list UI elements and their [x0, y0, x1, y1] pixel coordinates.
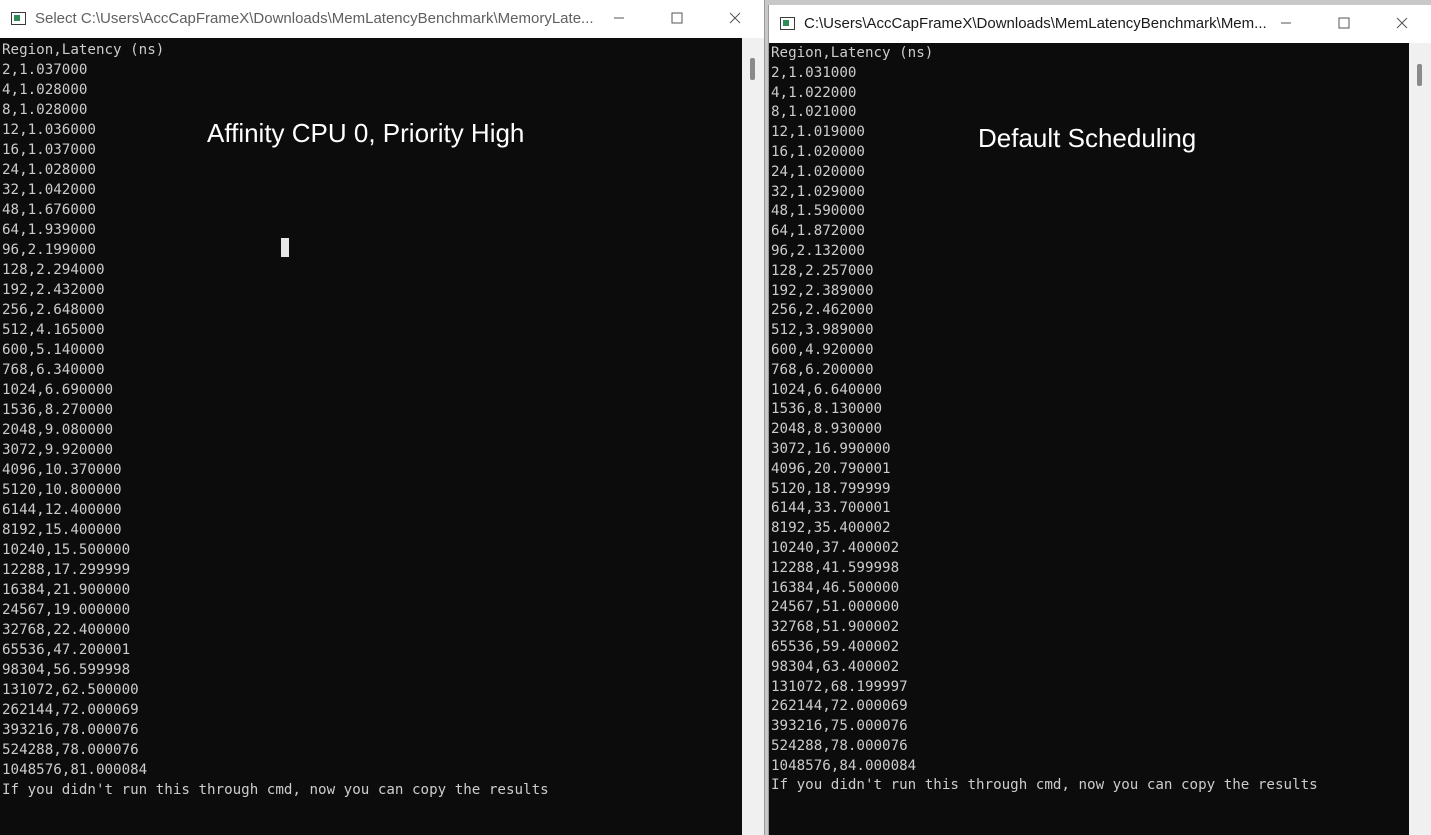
text-cursor: [281, 238, 289, 257]
console-line: 32,1.042000: [2, 182, 96, 198]
console-line: 12288,17.299999: [2, 562, 131, 578]
minimize-icon: [1281, 22, 1291, 24]
console-line: 768,6.340000: [2, 362, 105, 378]
right-scrollbar-track[interactable]: [1409, 43, 1431, 835]
console-line: 524288,78.000076: [771, 737, 908, 754]
console-line: 192,2.389000: [771, 282, 874, 299]
console-line: 4,1.022000: [771, 84, 857, 101]
console-line: 32768,22.400000: [2, 622, 131, 638]
console-line: 600,5.140000: [2, 342, 105, 358]
console-line: 10240,37.400002: [771, 539, 900, 556]
console-line: 512,4.165000: [2, 322, 105, 338]
console-line: 2048,9.080000: [2, 422, 114, 438]
console-line: 32,1.029000: [771, 183, 865, 200]
minimize-button[interactable]: [1257, 5, 1315, 43]
console-line: 65536,59.400002: [771, 638, 900, 655]
left-console-output[interactable]: Region,Latency (ns) 2,1.037000 4,1.028000 8…: [2, 40, 549, 800]
console-line: 10240,15.500000: [2, 542, 131, 558]
close-icon: [729, 12, 741, 24]
console-line: 256,2.648000: [2, 302, 105, 318]
console-line: 4,1.028000: [2, 82, 88, 98]
console-line: 768,6.200000: [771, 361, 874, 378]
console-line: 600,4.920000: [771, 341, 874, 358]
left-overlay-label: Affinity CPU 0, Priority High: [207, 118, 525, 148]
console-line: 524288,78.000076: [2, 742, 139, 758]
console-line: 1048576,84.000084: [771, 757, 917, 774]
maximize-icon: [1338, 17, 1350, 29]
console-app-icon: [11, 12, 26, 25]
console-line: 98304,63.400002: [771, 658, 900, 675]
console-line: 48,1.676000: [2, 202, 96, 218]
console-line: 4096,20.790001: [771, 460, 891, 477]
console-line: 24,1.028000: [2, 162, 96, 178]
console-line: 32768,51.900002: [771, 619, 900, 636]
console-line: 5120,18.799999: [771, 480, 891, 497]
minimize-icon: [614, 17, 624, 19]
console-line: 2,1.031000: [771, 64, 857, 81]
console-line: 8192,15.400000: [2, 522, 122, 538]
console-app-icon: [780, 17, 795, 30]
minimize-button[interactable]: [590, 0, 648, 38]
maximize-button[interactable]: [648, 0, 706, 38]
console-line: 131072,62.500000: [2, 682, 139, 698]
console-line: If you didn't run this through cmd, now …: [771, 777, 1318, 794]
console-line: 65536,47.200001: [2, 642, 131, 658]
console-line: 1536,8.130000: [771, 401, 883, 418]
right-window-title: C:\Users\AccCapFrameX\Downloads\MemLaten…: [804, 15, 1267, 32]
console-line: 3072,9.920000: [2, 442, 114, 458]
left-titlebar[interactable]: Select C:\Users\AccCapFrameX\Downloads\M…: [0, 0, 764, 38]
console-line: 192,2.432000: [2, 282, 105, 298]
close-button[interactable]: [1373, 5, 1431, 43]
console-line: 1024,6.690000: [2, 382, 114, 398]
close-icon: [1396, 17, 1408, 29]
right-titlebar[interactable]: C:\Users\AccCapFrameX\Downloads\MemLaten…: [769, 5, 1431, 43]
console-line: 5120,10.800000: [2, 482, 122, 498]
console-line: 64,1.872000: [771, 223, 865, 240]
left-scrollbar-track[interactable]: [742, 38, 764, 835]
right-console-output[interactable]: Region,Latency (ns) 2,1.031000 4,1.022000 8…: [771, 44, 1318, 796]
close-button[interactable]: [706, 0, 764, 38]
console-line: 262144,72.000069: [2, 702, 139, 718]
console-line: 2048,8.930000: [771, 421, 883, 438]
left-window-title: Select C:\Users\AccCapFrameX\Downloads\M…: [35, 10, 594, 27]
console-line: 128,2.257000: [771, 262, 874, 279]
left-scrollbar-thumb[interactable]: [750, 58, 755, 80]
console-line: 24567,19.000000: [2, 602, 131, 618]
console-line: 8,1.028000: [2, 102, 88, 118]
console-line: 24,1.020000: [771, 163, 865, 180]
console-line: 8,1.021000: [771, 104, 857, 121]
console-line: 16384,46.500000: [771, 579, 900, 596]
console-line: 8192,35.400002: [771, 520, 891, 537]
console-line: 64,1.939000: [2, 222, 96, 238]
console-line: 393216,78.000076: [2, 722, 139, 738]
console-line: 393216,75.000076: [771, 718, 908, 735]
right-overlay-label: Default Scheduling: [978, 123, 1197, 153]
console-line: 98304,56.599998: [2, 662, 131, 678]
console-line: 96,2.132000: [771, 242, 865, 259]
maximize-icon: [671, 12, 683, 24]
right-scrollbar-thumb[interactable]: [1417, 64, 1422, 86]
console-line: Region,Latency (ns): [2, 42, 165, 58]
console-line: 262144,72.000069: [771, 698, 908, 715]
console-line: 512,3.989000: [771, 322, 874, 339]
console-line: 256,2.462000: [771, 302, 874, 319]
console-line: 1048576,81.000084: [2, 762, 148, 778]
console-line: 2,1.037000: [2, 62, 88, 78]
console-line: Region,Latency (ns): [771, 45, 934, 61]
console-line: 12288,41.599998: [771, 559, 900, 576]
console-line: If you didn't run this through cmd, now …: [2, 782, 549, 798]
console-line: 48,1.590000: [771, 203, 865, 220]
console-line: 6144,33.700001: [771, 500, 891, 517]
maximize-button[interactable]: [1315, 5, 1373, 43]
console-line: 1024,6.640000: [771, 381, 883, 398]
console-line: 6144,12.400000: [2, 502, 122, 518]
console-line: 24567,51.000000: [771, 599, 900, 616]
console-line: 4096,10.370000: [2, 462, 122, 478]
console-line: 96,2.199000: [2, 242, 96, 258]
console-line: 1536,8.270000: [2, 402, 114, 418]
console-line: 16384,21.900000: [2, 582, 131, 598]
console-line: 131072,68.199997: [771, 678, 908, 695]
console-line: 128,2.294000: [2, 262, 105, 278]
console-line: 3072,16.990000: [771, 440, 891, 457]
